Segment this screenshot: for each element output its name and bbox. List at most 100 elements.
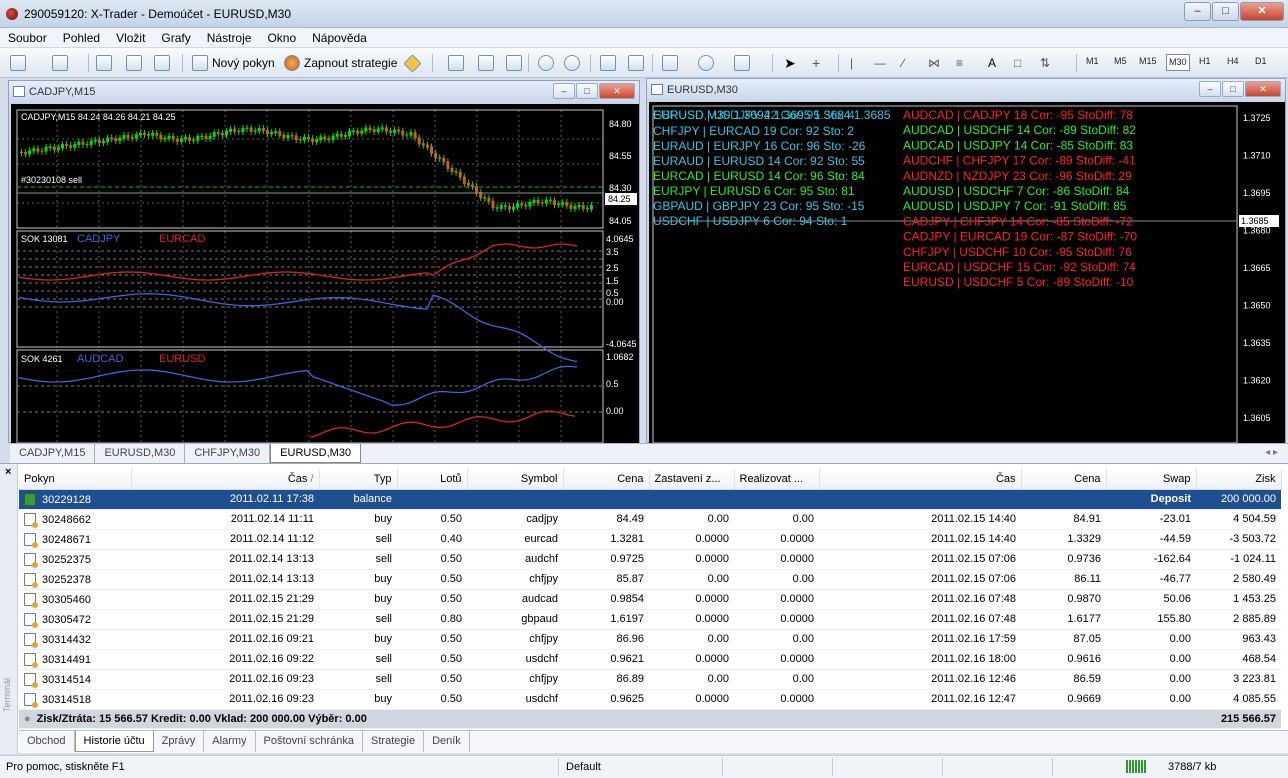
chart-restore-button[interactable]: □ [1222,81,1244,97]
chart-tab-eurusd[interactable]: EURUSD,M30 [95,444,186,463]
menu-okno[interactable]: Okno [259,31,304,45]
maximize-button[interactable]: □ [1212,2,1239,21]
chart-minimize-button[interactable]: – [553,83,575,99]
col-pokyn[interactable]: Pokyn [19,469,132,490]
warning-icon[interactable] [403,54,422,73]
trendline-icon[interactable]: ∕ [902,53,904,73]
table-row[interactable]: 30314432 2011.02.16 09:21 buy 0.50 chfjpy 86.… [19,629,1281,650]
menu-nastroje[interactable]: Nástroje [199,31,260,45]
col-lotu[interactable]: Lotů [397,469,468,490]
timeframe-h1[interactable]: H1 [1199,56,1211,66]
candle [212,132,216,137]
text-icon[interactable]: A [988,53,996,73]
table-row[interactable]: 30248671 2011.02.14 11:12 sell 0.40 eurcad 1.… [19,529,1281,550]
timeframe-m30[interactable]: M30 [1166,54,1190,71]
new-order-icon[interactable] [192,55,208,71]
col-sl[interactable]: Zastavení z... [649,469,735,490]
chart-tab-chfjpy[interactable]: CHFJPY,M30 [185,444,271,463]
tab-postovni-schranka[interactable]: Poštovní schránka [256,731,364,752]
chart-tab-cadjpy[interactable]: CADJPY,M15 [10,444,96,463]
chart-restore-button[interactable]: □ [576,83,598,99]
chart-close-button[interactable]: ✕ [1245,81,1281,97]
new-chart-icon[interactable] [10,55,26,71]
table-row[interactable]: 30314518 2011.02.16 09:23 buy 0.50 usdchf 0.9… [19,689,1281,710]
candle [155,132,159,136]
timeframe-m15[interactable]: M15 [1139,56,1157,66]
indicators-icon[interactable] [662,55,678,71]
col-cas[interactable]: Čas / [131,469,320,490]
chart-close-button[interactable]: ✕ [599,83,635,99]
templates-icon[interactable] [734,55,750,71]
timeframe-d1[interactable]: D1 [1255,56,1267,66]
vertical-line-icon[interactable]: | [850,53,853,73]
chart-minimize-button[interactable]: – [1199,81,1221,97]
crosshair-icon[interactable]: + [812,53,820,73]
col-cena-close[interactable]: Cena [1021,469,1107,490]
cadjpy-chart[interactable]: CADJPY,M15 84.24 84.26 84.21 84.25 #3023… [11,104,639,443]
indicator-tick: 3.5 [606,247,619,257]
tab-alarmy[interactable]: Alarmy [204,731,256,752]
terminal-close-icon[interactable]: × [5,466,11,478]
col-tp[interactable]: Realizovat ... [734,469,820,490]
cell-tp: 0.0000 [734,589,819,610]
text-label-icon[interactable]: □ [1014,53,1021,73]
new-order-button[interactable]: Nový pokyn [212,53,275,73]
tab-zpravy[interactable]: Zprávy [154,731,205,752]
terminal-icon[interactable] [154,55,170,71]
close-button[interactable]: ✕ [1240,2,1284,21]
tab-historie-uctu[interactable]: Historie účtu [74,731,154,752]
chart-tab-eurusd-active[interactable]: EURUSD,M30 [270,444,362,463]
horizontal-line-icon[interactable]: — [874,53,886,73]
col-swap[interactable]: Swap [1106,469,1197,490]
col-cena[interactable]: Cena [563,469,650,490]
cursor-icon[interactable]: ➤ [784,53,796,73]
tab-denik[interactable]: Deník [424,731,470,752]
candle [540,202,544,204]
timeframe-m1[interactable]: M1 [1086,56,1099,66]
col-typ[interactable]: Typ [319,469,398,490]
col-symbol[interactable]: Symbol [467,469,564,490]
auto-scroll-icon[interactable] [600,55,616,71]
stodiff-row: EURCAD | USDCHF 15 Cor: -92 StoDiff: 74 [903,260,1136,274]
timeframe-m5[interactable]: M5 [1114,56,1127,66]
navigator-icon[interactable] [126,55,142,71]
table-row[interactable]: 30314491 2011.02.16 09:22 sell 0.50 usdchf 0.… [19,649,1281,670]
table-row[interactable]: 30305460 2011.02.15 21:29 buy 0.50 audcad 0.9… [19,589,1281,610]
chart-shift-icon[interactable] [628,55,644,71]
menu-vlozit[interactable]: Vložit [108,31,153,45]
profiles-icon[interactable] [52,55,68,71]
table-row[interactable]: 30305472 2011.02.15 21:29 sell 0.80 gbpaud 1.… [19,609,1281,630]
candlestick-icon[interactable] [478,55,494,71]
menu-napoveda[interactable]: Nápověda [304,31,375,45]
col-zisk[interactable]: Zisk [1196,469,1282,490]
tab-strategie[interactable]: Strategie [363,731,425,752]
arrows-icon[interactable]: ⇅ [1040,53,1050,73]
menu-grafy[interactable]: Grafy [153,31,198,45]
timeframe-h4[interactable]: H4 [1227,56,1239,66]
zoom-in-icon[interactable] [538,55,554,71]
market-watch-icon[interactable] [96,55,112,71]
table-row[interactable]: 30248662 2011.02.14 11:11 buy 0.50 cadjpy 84.… [19,509,1281,530]
tab-obchod[interactable]: Obchod [19,731,75,752]
tab-scroll-arrows[interactable]: ◂ ▸ [1265,444,1288,463]
eurusd-chart[interactable]: EURUSD,M30 1.3694 1.3695 1.3684 1.3685 G… [649,102,1285,443]
menu-pohled[interactable]: Pohled [55,31,108,45]
channel-icon[interactable]: ⋈ [928,53,940,73]
table-row[interactable]: 30314514 2011.02.16 09:23 sell 0.50 chfjpy 86… [19,669,1281,690]
col-cas-close[interactable]: Čas [819,469,1022,490]
table-row[interactable]: 30252375 2011.02.14 13:13 sell 0.50 audchf 0.… [19,549,1281,570]
fibonacci-icon[interactable]: ≡ [956,53,963,73]
bar-chart-icon[interactable] [448,55,464,71]
strategy-icon[interactable] [284,55,300,71]
zoom-out-icon[interactable] [564,55,580,71]
minimize-button[interactable]: – [1184,2,1211,21]
table-row-balance[interactable]: 30229128 2011.02.11 17:38 balance Deposi… [19,489,1281,510]
line-chart-icon[interactable] [506,55,522,71]
cell-type: sell [319,529,397,550]
table-row[interactable]: 30252378 2011.02.14 13:13 buy 0.50 chfjpy 85.… [19,569,1281,590]
order-number: 30314491 [42,653,91,666]
menu-soubor[interactable]: Soubor [0,31,55,45]
candle [553,200,556,205]
periods-icon[interactable] [698,55,714,71]
strategy-button[interactable]: Zapnout strategie [304,53,397,73]
